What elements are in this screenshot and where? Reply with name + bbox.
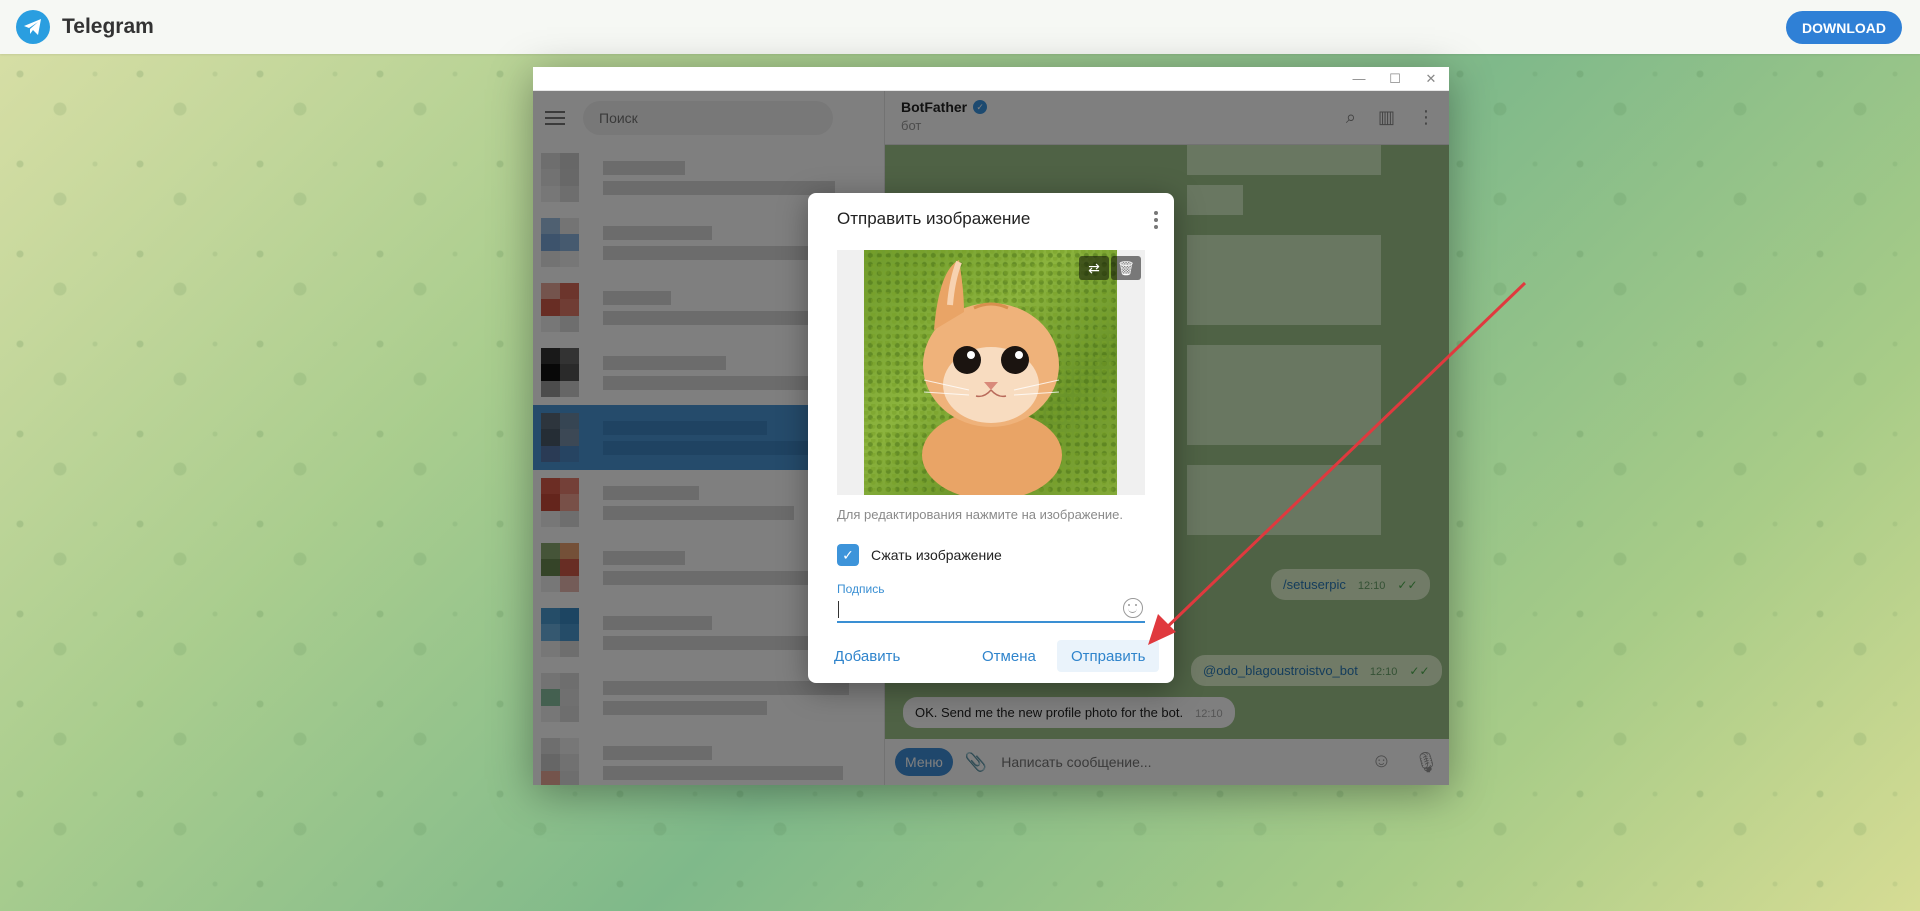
add-button[interactable]: Добавить: [820, 640, 914, 672]
brand-name: Telegram: [62, 15, 154, 38]
dialog-more-icon[interactable]: [1154, 211, 1158, 229]
cat-photo-illustration: [922, 260, 1062, 495]
text-caret: [838, 601, 839, 618]
delete-image-icon[interactable]: 🗑: [1111, 256, 1141, 280]
send-image-dialog: Отправить изображение ⇄ 🗑 Для редактиров…: [808, 193, 1174, 683]
caption-input[interactable]: [837, 597, 1145, 623]
window-titlebar: — ☐ ✕: [533, 67, 1449, 91]
close-icon[interactable]: ✕: [1413, 67, 1449, 91]
maximize-icon[interactable]: ☐: [1377, 67, 1413, 91]
image-preview[interactable]: [864, 250, 1117, 495]
image-preview-frame: ⇄ 🗑: [837, 250, 1145, 495]
edit-hint-text: Для редактирования нажмите на изображени…: [837, 507, 1124, 522]
minimize-icon[interactable]: —: [1341, 67, 1377, 91]
caption-label: Подпись: [837, 582, 885, 596]
compress-image-checkbox[interactable]: ✓: [837, 544, 859, 566]
emoji-icon[interactable]: [1123, 598, 1143, 618]
replace-image-icon[interactable]: ⇄: [1079, 256, 1109, 280]
site-header: Telegram DOWNLOAD: [0, 0, 1920, 54]
dialog-title: Отправить изображение: [837, 209, 1031, 228]
compress-image-label[interactable]: Сжать изображение: [871, 547, 1002, 563]
cancel-button[interactable]: Отмена: [968, 640, 1050, 672]
telegram-logo-icon: [16, 10, 50, 44]
send-button[interactable]: Отправить: [1057, 640, 1160, 672]
download-button[interactable]: DOWNLOAD: [1786, 11, 1902, 44]
